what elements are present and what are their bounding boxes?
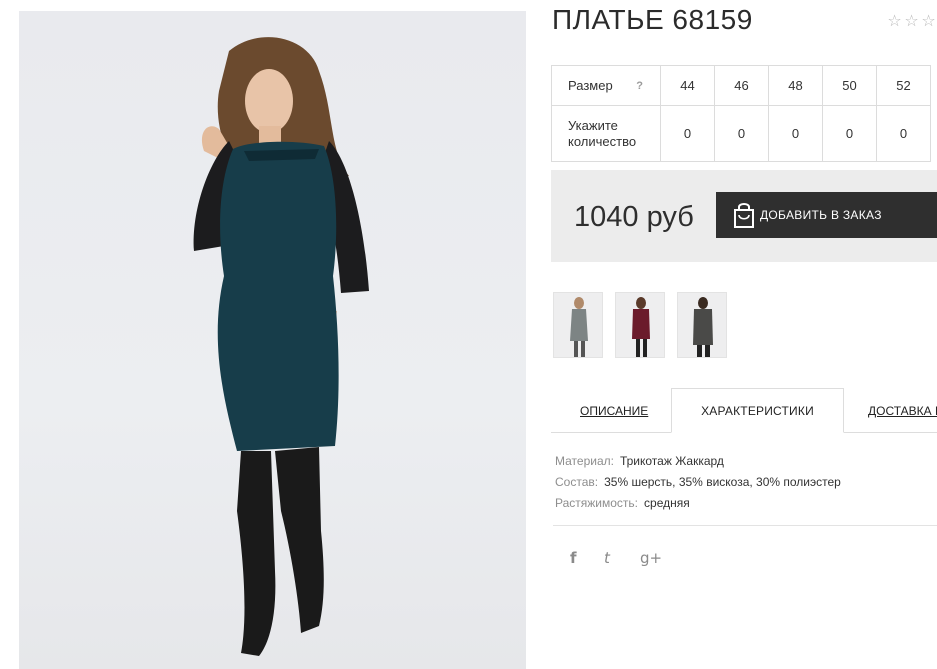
- thumbnail-grey[interactable]: [553, 292, 603, 358]
- spec-row-material: Материал: Трикотаж Жаккард: [555, 451, 841, 472]
- price: 1040 руб: [574, 201, 694, 233]
- quantity-label-line2: количество: [568, 133, 637, 149]
- tab-characteristics[interactable]: ХАРАКТЕРИСТИКИ: [671, 388, 844, 433]
- star-icon[interactable]: ☆: [886, 11, 903, 31]
- quantity-label-cell: Укажите количество: [551, 105, 661, 162]
- size-row: Размер ? 44 46 48 50 52: [551, 65, 931, 106]
- question-icon[interactable]: ?: [636, 78, 643, 94]
- tab-delivery[interactable]: ДОСТАВКА И: [868, 404, 937, 418]
- spec-value: средняя: [644, 496, 690, 510]
- thumbnail-dark-grey[interactable]: [677, 292, 727, 358]
- size-cell-50: 50: [822, 65, 877, 106]
- quantity-row: Укажите количество 0 0 0 0 0: [551, 105, 931, 162]
- add-to-order-button[interactable]: ДОБАВИТЬ В ЗАКАЗ: [716, 192, 937, 238]
- star-icon[interactable]: ☆: [920, 11, 937, 31]
- spec-row-stretch: Растяжимость: средняя: [555, 493, 841, 514]
- spec-row-composition: Состав: 35% шерсть, 35% вискоза, 30% поли…: [555, 472, 841, 493]
- spec-key: Материал:: [555, 454, 614, 468]
- size-table: Размер ? 44 46 48 50 52 Укажите количест…: [551, 65, 931, 162]
- product-main-photo[interactable]: [19, 11, 526, 669]
- spec-key: Состав:: [555, 475, 599, 489]
- quantity-input-46[interactable]: 0: [714, 105, 769, 162]
- thumbnail-burgundy-image: [632, 297, 650, 357]
- facebook-icon[interactable]: f: [570, 549, 577, 567]
- size-label-cell: Размер ?: [551, 65, 661, 106]
- tab-description[interactable]: ОПИСАНИЕ: [580, 404, 648, 418]
- divider: [553, 525, 937, 526]
- quantity-input-50[interactable]: 0: [822, 105, 877, 162]
- model-illustration: [193, 37, 369, 656]
- add-to-order-label: ДОБАВИТЬ В ЗАКАЗ: [760, 208, 882, 222]
- spec-value: Трикотаж Жаккард: [619, 454, 724, 468]
- size-cell-48: 48: [768, 65, 823, 106]
- size-cell-46: 46: [714, 65, 769, 106]
- product-title: ПЛАТЬЕ 68159: [552, 4, 753, 35]
- spec-key: Растяжимость:: [555, 496, 639, 510]
- price-block: 1040 руб ДОБАВИТЬ В ЗАКАЗ: [551, 170, 937, 262]
- rating-stars[interactable]: ☆ ☆ ☆: [886, 11, 937, 31]
- size-cell-44: 44: [660, 65, 715, 106]
- thumbnail-dark-grey-image: [693, 297, 713, 357]
- twitter-icon[interactable]: t: [604, 549, 610, 567]
- tab-characteristics-label: ХАРАКТЕРИСТИКИ: [701, 403, 814, 418]
- size-cell-52: 52: [876, 65, 931, 106]
- thumbnail-grey-image: [570, 297, 588, 357]
- shopping-bag-icon: [734, 203, 754, 228]
- thumbnail-burgundy[interactable]: [615, 292, 665, 358]
- quantity-input-48[interactable]: 0: [768, 105, 823, 162]
- quantity-label-line1: Укажите: [568, 117, 618, 133]
- spec-value: 35% шерсть, 35% вискоза, 30% полиэстер: [604, 475, 841, 489]
- star-icon[interactable]: ☆: [903, 11, 920, 31]
- quantity-input-44[interactable]: 0: [660, 105, 715, 162]
- quantity-input-52[interactable]: 0: [876, 105, 931, 162]
- size-label: Размер: [568, 77, 613, 93]
- characteristics-list: Материал: Трикотаж Жаккард Состав: 35% шер…: [555, 451, 841, 514]
- google-plus-icon[interactable]: g+: [640, 549, 662, 567]
